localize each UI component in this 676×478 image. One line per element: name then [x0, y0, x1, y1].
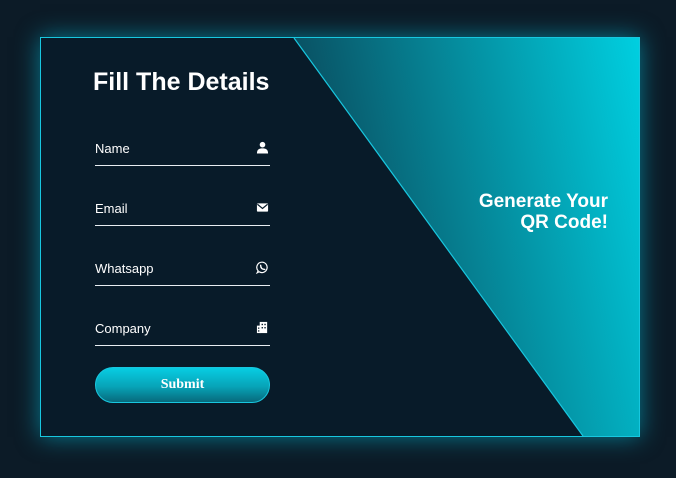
company-field[interactable]	[95, 311, 270, 346]
name-field[interactable]	[95, 131, 270, 166]
whatsapp-input[interactable]	[95, 251, 245, 285]
email-field[interactable]	[95, 191, 270, 226]
user-icon	[256, 141, 269, 154]
promo-line-1: Generate Your	[478, 191, 608, 212]
envelope-icon	[256, 203, 269, 212]
promo-line-2: QR Code!	[520, 212, 608, 233]
building-icon	[256, 321, 268, 334]
form-card: Fill The Details Name Email Whatsapp Com…	[40, 37, 640, 437]
promo-text: Generate Your QR Code!	[479, 191, 608, 233]
email-input[interactable]	[95, 191, 245, 225]
form-title: Fill The Details	[93, 68, 270, 96]
name-input[interactable]	[95, 131, 245, 165]
whatsapp-field[interactable]	[95, 251, 270, 286]
company-input[interactable]	[95, 311, 245, 345]
whatsapp-icon	[256, 261, 268, 274]
submit-button[interactable]: Submit	[95, 367, 270, 403]
diagonal-gradient-shape	[294, 38, 639, 436]
